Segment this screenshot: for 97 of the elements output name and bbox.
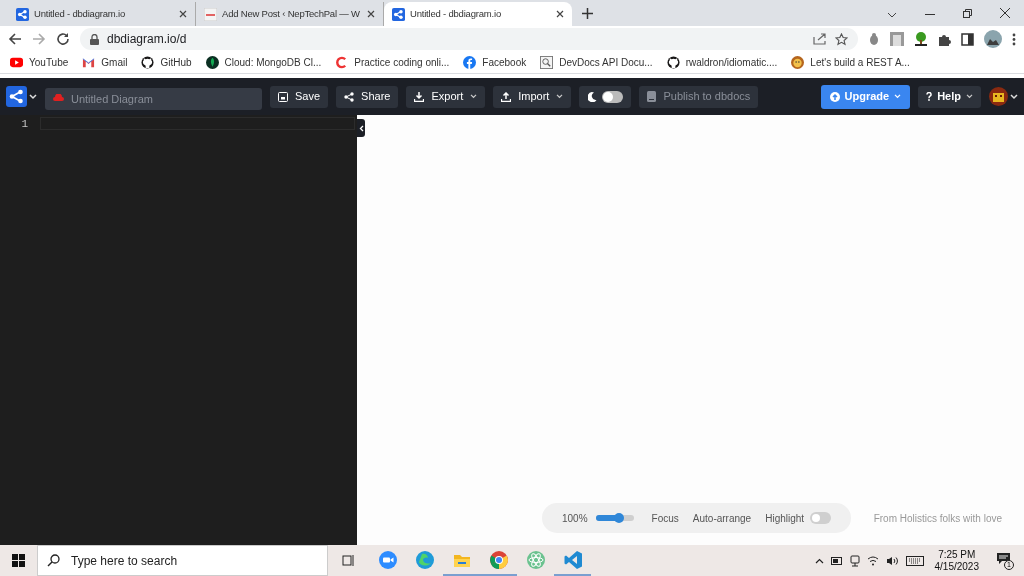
zoom-level: 100% <box>562 511 588 526</box>
video-app-icon <box>377 549 398 570</box>
caret-icon <box>556 94 564 99</box>
new-tab-icon[interactable] <box>582 8 593 19</box>
diagram-favicon <box>16 7 29 21</box>
bookmark-link[interactable]: Practice coding onli... <box>335 55 450 70</box>
taskbar-search-field[interactable]: Type here to search <box>37 545 328 576</box>
highlight-toggle[interactable] <box>810 512 832 524</box>
close-icon[interactable] <box>556 10 564 18</box>
url-text: dbdiagram.io/d <box>107 31 187 48</box>
menu-icon[interactable] <box>1012 32 1016 46</box>
edge-icon <box>414 549 435 570</box>
diagram-favicon <box>392 7 405 21</box>
chrome-icon <box>488 549 509 570</box>
bookmark-link[interactable]: Facebook <box>463 55 527 70</box>
bug-extension-icon[interactable] <box>868 32 880 46</box>
github-icon <box>141 56 155 69</box>
mail-icon <box>82 56 96 69</box>
cloud-icon <box>53 93 64 101</box>
caret-icon[interactable] <box>29 93 37 100</box>
browser-tab[interactable]: Untitled - dbdiagram.io <box>384 2 572 26</box>
chevron-icon <box>358 124 364 132</box>
book-icon <box>647 91 657 102</box>
bookmark-link[interactable]: DevDocs API Docu... <box>540 55 653 70</box>
back-icon[interactable] <box>8 32 22 46</box>
chevron-up-icon[interactable] <box>814 557 824 564</box>
download-icon <box>414 91 425 102</box>
leaf-icon <box>205 56 219 69</box>
toggle-switch[interactable] <box>601 90 623 103</box>
toolbar-button[interactable]: Save <box>270 85 329 108</box>
clock-time[interactable]: 7:25 PM <box>938 548 976 561</box>
battery-icon[interactable] <box>830 556 843 565</box>
star-icon[interactable] <box>835 32 848 46</box>
bookmark-link[interactable]: Let's build a REST A... <box>791 55 910 70</box>
bookmark-link[interactable]: GitHub <box>141 55 192 70</box>
close-icon[interactable] <box>179 10 187 18</box>
moon-icon <box>587 91 597 102</box>
task-view-icon[interactable] <box>342 554 355 567</box>
save-icon <box>278 91 288 102</box>
address-bar[interactable]: dbdiagram.io/d <box>80 28 858 50</box>
caret-icon[interactable] <box>1010 93 1018 100</box>
atom-icon <box>525 549 546 570</box>
collapse-editor-button[interactable] <box>357 119 365 137</box>
zoom-slider[interactable] <box>595 515 634 521</box>
help-button[interactable]: Help <box>918 85 981 108</box>
highlight-label: Highlight <box>765 511 805 526</box>
dark-mode-toggle[interactable] <box>579 85 632 108</box>
puzzle-icon[interactable] <box>938 32 951 46</box>
line-number: 1 <box>21 117 28 132</box>
restore-icon[interactable] <box>963 9 972 18</box>
notification-icon[interactable] <box>996 551 1011 565</box>
facebook-icon <box>463 56 477 69</box>
speaker-icon[interactable] <box>885 555 899 566</box>
github-icon <box>666 56 680 69</box>
caret-icon <box>894 94 902 99</box>
share-icon[interactable] <box>813 33 827 45</box>
tree-extension-icon[interactable] <box>914 32 928 46</box>
bookmark-link[interactable]: YouTube <box>10 55 69 70</box>
user-avatar[interactable] <box>989 87 1008 106</box>
search-page-icon <box>540 56 554 69</box>
caret-icon <box>470 94 478 99</box>
keyboard-icon[interactable] <box>905 555 924 566</box>
site-favicon <box>204 7 217 21</box>
lion-icon <box>791 56 805 69</box>
code-editor-icon <box>562 549 583 570</box>
bookmark-link[interactable]: Cloud: MongoDB Cl... <box>205 55 322 70</box>
upload-icon <box>501 91 512 102</box>
wifi-icon[interactable] <box>866 555 879 566</box>
focus-button[interactable]: Focus <box>651 510 679 526</box>
caret-icon <box>966 94 973 99</box>
footer-text: From Holistics folks with love <box>873 511 1003 526</box>
clock-date[interactable]: 4/15/2023 <box>934 560 979 573</box>
profile-avatar[interactable] <box>984 30 1002 48</box>
diagram-name-field[interactable]: Untitled Diagram <box>45 87 262 110</box>
close-icon[interactable] <box>1000 8 1010 18</box>
bookmark-link[interactable]: rwaldron/idiomatic.... <box>666 55 778 70</box>
search-icon <box>47 554 60 567</box>
reload-icon[interactable] <box>56 32 70 46</box>
c-logo-icon <box>335 56 349 69</box>
upgrade-button[interactable]: Upgrade <box>820 84 911 109</box>
meet-now-icon[interactable] <box>849 554 860 567</box>
close-icon[interactable] <box>367 10 375 18</box>
toolbar-button[interactable]: Import <box>493 85 572 108</box>
windows-start-icon[interactable] <box>12 554 25 567</box>
upgrade-icon <box>829 91 840 102</box>
question-icon <box>926 92 933 101</box>
toolbar-button[interactable]: Export <box>406 85 486 108</box>
code-editor[interactable]: 1 <box>0 115 357 545</box>
app-logo[interactable] <box>6 86 27 107</box>
tab-search-icon[interactable] <box>887 12 897 18</box>
toolbar-button[interactable]: Share <box>336 85 399 108</box>
lock-icon <box>90 33 99 45</box>
auto-arrange-button[interactable]: Auto-arrange <box>692 510 752 526</box>
side-panel-icon[interactable] <box>961 32 974 46</box>
youtube-icon <box>10 56 23 69</box>
share-icon <box>344 91 355 102</box>
bookmark-link[interactable]: Gmail <box>82 55 128 70</box>
